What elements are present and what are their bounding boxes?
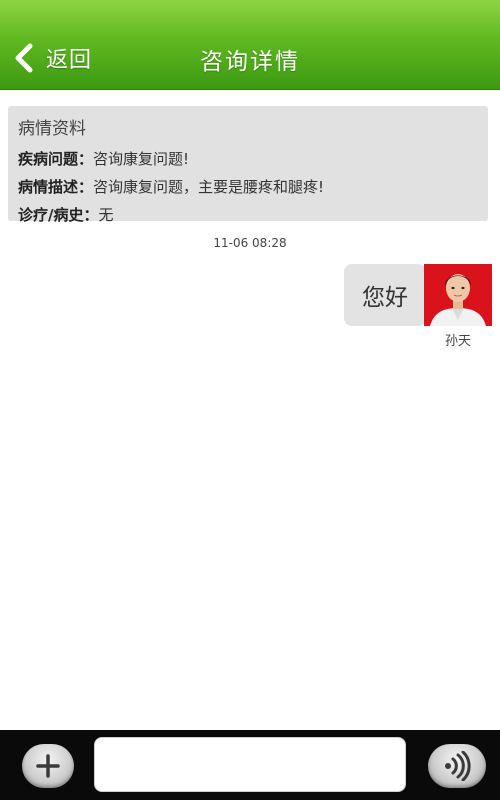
colon: ： <box>78 178 94 196</box>
case-info-value: 咨询康复问题! <box>93 150 190 168</box>
case-info-key: 疾病问题 <box>18 150 79 168</box>
case-info-row: 诊疗/病史：无 <box>18 201 478 229</box>
page-title: 咨询详情 <box>200 49 300 75</box>
case-info-value: 咨询康复问题，主要是腰疼和腿疼! <box>93 178 325 196</box>
sender-name: 孙天 <box>444 334 471 349</box>
add-attachment-button[interactable] <box>22 744 74 788</box>
top-nav-bar: 返回 咨询详情 <box>0 0 500 90</box>
message-bubble: 您好 <box>344 264 426 326</box>
case-info-key: 病情描述 <box>18 178 79 196</box>
case-info-value: 无 <box>98 206 114 224</box>
voice-icon <box>445 751 471 781</box>
case-info-row: 病情描述：咨询康复问题，主要是腰疼和腿疼! <box>18 173 478 201</box>
plus-icon <box>36 754 60 778</box>
case-info-key: 诊疗/病史 <box>18 206 84 224</box>
message-timestamp: 11-06 08:28 <box>213 236 287 250</box>
colon: ： <box>78 150 94 168</box>
avatar[interactable] <box>424 264 492 326</box>
voice-input-button[interactable] <box>428 744 486 788</box>
case-info-card: 病情资料 疾病问题：咨询康复问题! 病情描述：咨询康复问题，主要是腰疼和腿疼! … <box>8 106 488 224</box>
colon: ： <box>83 206 99 224</box>
message-input[interactable] <box>94 737 406 792</box>
case-info-title: 病情资料 <box>18 119 86 139</box>
case-info-row: 疾病问题：咨询康复问题! <box>18 145 478 173</box>
